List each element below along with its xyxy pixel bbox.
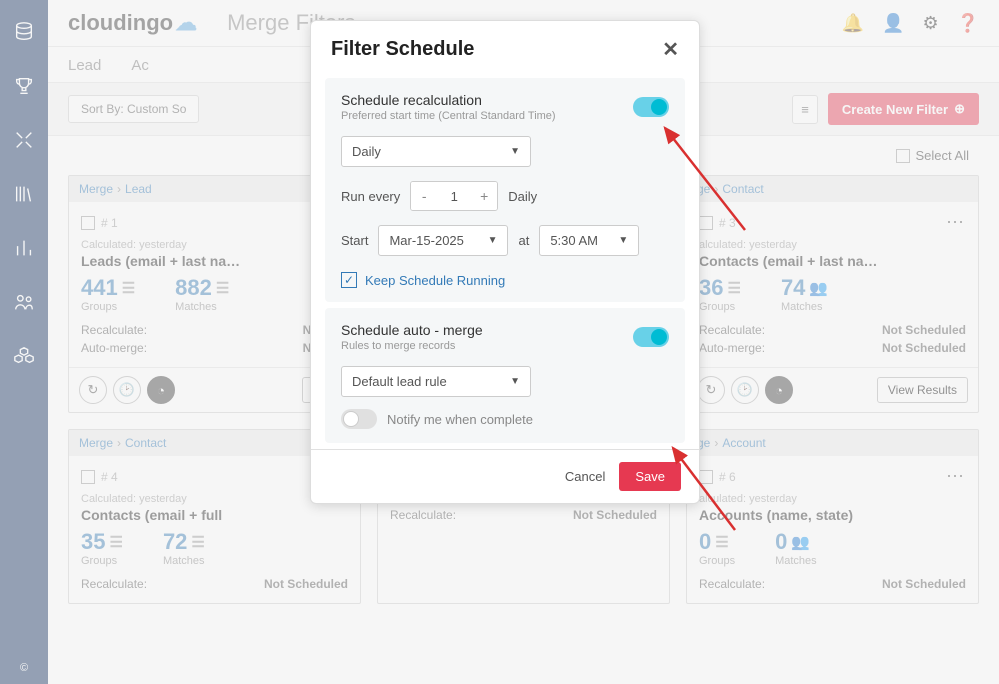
notify-toggle[interactable]: [341, 409, 377, 429]
keep-running-checkbox[interactable]: ✓Keep Schedule Running: [341, 272, 669, 288]
start-date-select[interactable]: Mar-15-2025▼: [378, 225, 508, 256]
filter-schedule-modal: Filter Schedule ✕ Schedule recalculation…: [310, 20, 700, 504]
frequency-select[interactable]: Daily▼: [341, 136, 531, 167]
recalc-title: Schedule recalculation: [341, 92, 556, 108]
modal-title: Filter Schedule: [331, 38, 474, 61]
plus-button[interactable]: +: [471, 182, 497, 210]
automerge-toggle[interactable]: [633, 327, 669, 347]
schedule-recalc-section: Schedule recalculation Preferred start t…: [325, 78, 685, 302]
cancel-button[interactable]: Cancel: [565, 469, 605, 484]
minus-button[interactable]: -: [411, 182, 437, 210]
recalc-toggle[interactable]: [633, 97, 669, 117]
run-every-stepper[interactable]: - 1 +: [410, 181, 498, 211]
auto-merge-section: Schedule auto - merge Rules to merge rec…: [325, 308, 685, 443]
chevron-down-icon: ▼: [510, 146, 520, 157]
merge-rule-select[interactable]: Default lead rule▼: [341, 366, 531, 397]
save-button[interactable]: Save: [619, 462, 681, 491]
close-icon[interactable]: ✕: [662, 37, 679, 62]
start-time-select[interactable]: 5:30 AM▼: [539, 225, 639, 256]
